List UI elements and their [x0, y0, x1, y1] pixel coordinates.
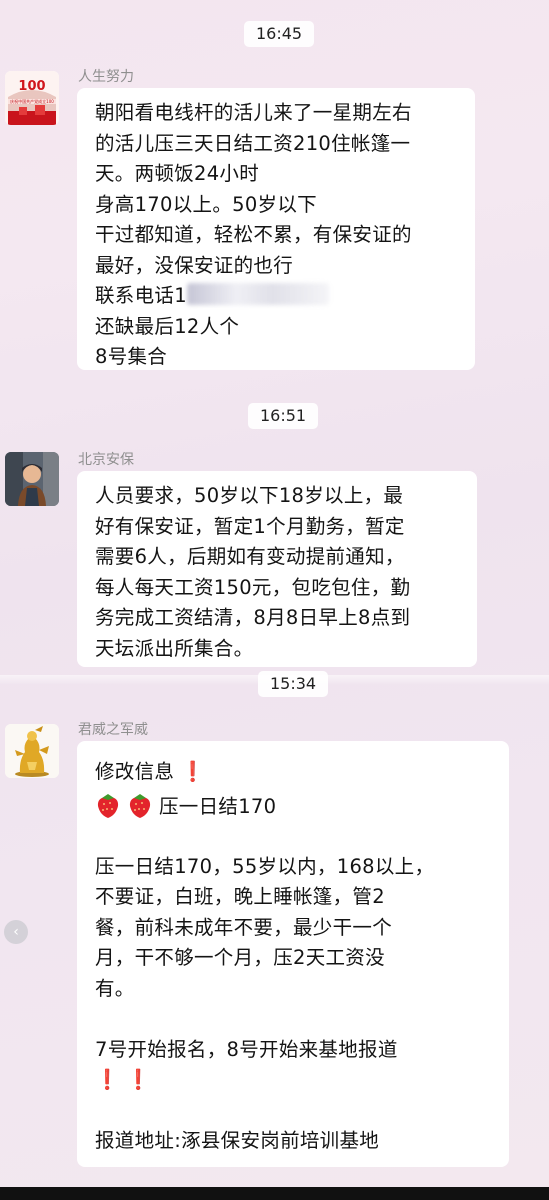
message-signup-line: 7号开始报名，8号开始来基地报道 [95, 1037, 398, 1061]
message-line-phone: 联系电话1 [95, 281, 457, 312]
chevron-left-icon[interactable]: ‹ [4, 920, 28, 944]
message-line: 天。两顿饭24小时 [95, 162, 260, 185]
bottom-toolbar-edge [0, 1187, 549, 1200]
message-line: 月，干不够一个月，压2天工资没 [95, 946, 385, 969]
avatar-sender-1[interactable]: 100 庆祝中国共产党成立100 [5, 71, 59, 125]
message-line: 最好，没保安证的也行 [95, 253, 294, 277]
message-line: 有。 [95, 976, 135, 1000]
svg-text:100: 100 [18, 79, 45, 94]
message-line: 身高170以上。50岁以下 [95, 192, 317, 216]
red-exclamation-icon: ❗ [180, 760, 206, 783]
message-bubble-3[interactable]: 修改信息 ❗ 压一日结170 压一日结170，55岁以内，168以上， 不要证，… [77, 741, 509, 1167]
sender-name-3: 君威之军威 [78, 722, 148, 738]
golden-statue-icon [5, 724, 59, 778]
avatar-sender-2[interactable] [5, 452, 59, 506]
message-line: 好有保安证，暂定1个月勤务，暂定 [95, 514, 405, 538]
message-subtitle: 压一日结170 [159, 794, 277, 818]
message-line: 干过都知道，轻松不累，有保安证的 [95, 223, 412, 246]
party-anniversary-banner-icon: 100 庆祝中国共产党成立100 [5, 71, 59, 125]
message-exclamation-line: ❗ ❗ [95, 1065, 491, 1096]
message-line: 需要6人，后期如有变动提前通知， [95, 545, 405, 568]
phone-label: 联系电话1 [95, 284, 187, 307]
message-line: 还缺最后12人个 [95, 314, 240, 338]
message-line: 不要证，白班，晚上睡帐篷，管2 [95, 885, 385, 908]
strawberry-icon [129, 793, 151, 818]
avatar-sender-3[interactable] [5, 724, 59, 778]
red-exclamation-icon: ❗ [95, 1068, 120, 1091]
message-title-line: 修改信息 ❗ [95, 757, 491, 788]
message-line: 每人每天工资150元，包吃包住，勤 [95, 575, 411, 599]
message-line: 餐，前科未成年不要，最少干一个 [95, 915, 393, 939]
message-line: 压一日结170，55岁以内，168以上， [95, 854, 435, 878]
timestamp-1534: 15:34 [258, 671, 329, 697]
sender-name-2: 北京安保 [78, 452, 134, 468]
message-line: 朝阳看电线杆的活儿来了一星期左右 [95, 101, 412, 124]
red-exclamation-icon: ❗ [126, 1068, 151, 1091]
chat-screen: 16:45 100 庆祝中国共产党成立100 人生努力 朝阳看电线杆的活儿来了一… [0, 0, 549, 1200]
svg-text:庆祝中国共产党成立100: 庆祝中国共产党成立100 [10, 98, 54, 104]
message-line: 的活儿压三天日结工资210住帐篷一 [95, 131, 411, 155]
message-line: 人员要求，50岁以下18岁以上，最 [95, 484, 404, 507]
sender-name-1: 人生努力 [78, 69, 134, 85]
message-bubble-1[interactable]: 朝阳看电线杆的活儿来了一星期左右 的活儿压三天日结工资210住帐篷一 天。两顿饭… [77, 88, 475, 370]
strawberry-icon [97, 793, 119, 818]
message-subtitle-line: 压一日结170 [95, 791, 491, 822]
message-line: 务完成工资结清，8月8日早上8点到 [95, 606, 411, 629]
message-title: 修改信息 [95, 760, 175, 783]
message-address-line: 报道地址:涿县保安岗前培训基地 [95, 1129, 380, 1152]
redacted-phone-number [186, 283, 329, 305]
message-bubble-2[interactable]: 人员要求，50岁以下18岁以上，最 好有保安证，暂定1个月勤务，暂定 需要6人，… [77, 471, 477, 667]
message-line: 8号集合 [95, 345, 168, 368]
timestamp-1645: 16:45 [244, 21, 315, 47]
message-line: 天坛派出所集合。 [95, 636, 254, 660]
timestamp-1651: 16:51 [248, 403, 319, 429]
boy-portrait-icon [5, 452, 59, 506]
